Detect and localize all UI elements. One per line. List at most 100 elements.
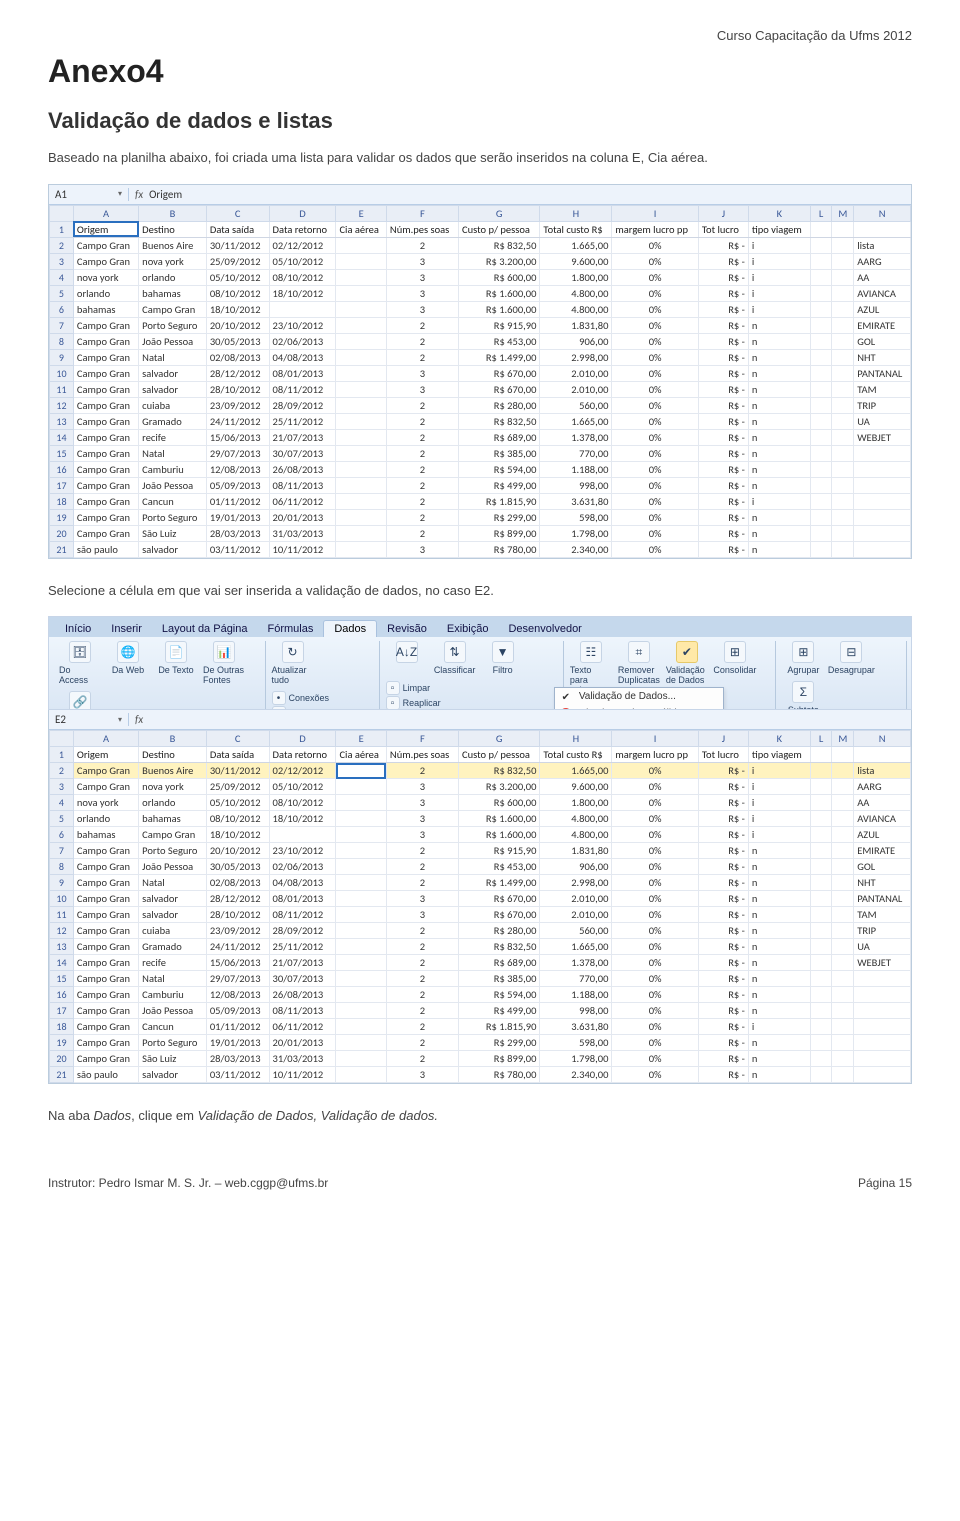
cell[interactable] [336, 541, 386, 557]
column-header[interactable]: H [540, 205, 612, 221]
ribbon-button[interactable]: ΣSubtota [782, 681, 824, 709]
cell[interactable]: R$ 1.815,90 [459, 1019, 540, 1035]
cell[interactable] [832, 413, 854, 429]
cell[interactable]: 08/10/2012 [269, 795, 336, 811]
cell[interactable] [810, 365, 832, 381]
cell[interactable]: 3 [386, 827, 458, 843]
cell[interactable]: 02/12/2012 [269, 237, 336, 253]
cell[interactable]: 2 [386, 955, 458, 971]
cell[interactable]: TAM [854, 381, 911, 397]
cell[interactable]: R$ - [698, 445, 748, 461]
cell[interactable] [336, 1067, 386, 1083]
cell[interactable]: 3 [386, 907, 458, 923]
cell[interactable] [832, 429, 854, 445]
cell[interactable]: TRIP [854, 923, 911, 939]
row-number[interactable]: 4 [50, 269, 74, 285]
cell[interactable] [336, 349, 386, 365]
header-cell[interactable]: tipo viagem [748, 747, 810, 763]
cell[interactable] [810, 1067, 832, 1083]
column-header[interactable]: D [269, 731, 336, 747]
cell[interactable] [810, 955, 832, 971]
cell[interactable] [810, 237, 832, 253]
cell[interactable]: são paulo [73, 541, 138, 557]
cell[interactable] [832, 1035, 854, 1051]
cell[interactable] [810, 1035, 832, 1051]
cell[interactable] [810, 429, 832, 445]
ribbon-tab[interactable]: Início [55, 621, 101, 637]
cell[interactable]: 998,00 [540, 1003, 612, 1019]
cell[interactable]: R$ - [698, 493, 748, 509]
cell[interactable]: n [748, 875, 810, 891]
row-number[interactable]: 4 [50, 795, 74, 811]
cell[interactable]: 0% [612, 891, 698, 907]
cell[interactable]: salvador [139, 907, 207, 923]
cell[interactable]: orlando [73, 285, 138, 301]
cell[interactable]: 02/06/2013 [269, 333, 336, 349]
column-header[interactable]: E [336, 205, 386, 221]
cell[interactable]: 0% [612, 349, 698, 365]
cell[interactable]: R$ 299,00 [459, 509, 540, 525]
row-number[interactable]: 20 [50, 1051, 74, 1067]
cell[interactable] [832, 269, 854, 285]
cell[interactable] [854, 525, 911, 541]
cell[interactable]: R$ 899,00 [459, 525, 540, 541]
cell[interactable]: 2 [386, 525, 458, 541]
cell[interactable]: 2 [386, 333, 458, 349]
cell[interactable]: 28/12/2012 [206, 891, 269, 907]
header-cell[interactable]: Total custo R$ [540, 221, 612, 237]
cell[interactable] [832, 285, 854, 301]
header-cell[interactable] [832, 747, 854, 763]
cell[interactable]: 0% [612, 381, 698, 397]
cell[interactable]: João Pessoa [139, 333, 207, 349]
dropdown-item[interactable]: ✔Validação de Dados... [555, 688, 723, 705]
cell[interactable]: 2 [386, 413, 458, 429]
cell[interactable]: Camburiu [139, 987, 207, 1003]
cell[interactable]: 3 [386, 381, 458, 397]
cell[interactable]: 18/10/2012 [269, 811, 336, 827]
cell[interactable]: 770,00 [540, 971, 612, 987]
cell[interactable]: Campo Gran [73, 365, 138, 381]
cell[interactable] [336, 333, 386, 349]
cell[interactable] [810, 525, 832, 541]
cell[interactable]: R$ 689,00 [459, 955, 540, 971]
cell[interactable] [336, 269, 386, 285]
cell[interactable] [832, 317, 854, 333]
cell[interactable]: 0% [612, 859, 698, 875]
header-cell[interactable]: Custo p/ pessoa [459, 221, 540, 237]
row-number[interactable]: 17 [50, 1003, 74, 1019]
cell[interactable]: Porto Seguro [139, 843, 207, 859]
cell[interactable]: NHT [854, 875, 911, 891]
cell[interactable]: 998,00 [540, 477, 612, 493]
cell[interactable]: Campo Gran [73, 509, 138, 525]
cell[interactable]: 0% [612, 541, 698, 557]
row-number[interactable]: 10 [50, 365, 74, 381]
cell[interactable]: 3.631,80 [540, 493, 612, 509]
row-number[interactable]: 2 [50, 237, 74, 253]
cell[interactable] [832, 525, 854, 541]
header-cell[interactable]: Origem [73, 221, 138, 237]
cell[interactable]: 30/07/2013 [269, 445, 336, 461]
cell[interactable]: 10/11/2012 [269, 1067, 336, 1083]
cell[interactable]: 3 [386, 253, 458, 269]
cell[interactable] [336, 891, 386, 907]
cell[interactable]: 12/08/2013 [206, 461, 269, 477]
cell[interactable]: 0% [612, 461, 698, 477]
cell[interactable]: 24/11/2012 [206, 939, 269, 955]
cell[interactable]: 2 [386, 1019, 458, 1035]
cell[interactable]: 2 [386, 1035, 458, 1051]
cell[interactable]: n [748, 1035, 810, 1051]
row-number[interactable]: 12 [50, 397, 74, 413]
cell[interactable]: R$ - [698, 301, 748, 317]
cell[interactable]: 08/11/2013 [269, 1003, 336, 1019]
cell[interactable]: 2 [386, 509, 458, 525]
cell[interactable] [336, 1051, 386, 1067]
cell[interactable] [810, 859, 832, 875]
cell[interactable]: Campo Gran [73, 397, 138, 413]
cell[interactable] [854, 477, 911, 493]
cell[interactable] [336, 285, 386, 301]
cell[interactable] [832, 461, 854, 477]
cell[interactable]: R$ 1.600,00 [459, 827, 540, 843]
cell[interactable]: Campo Gran [73, 445, 138, 461]
cell[interactable]: 2.340,00 [540, 541, 612, 557]
row-number[interactable]: 9 [50, 349, 74, 365]
